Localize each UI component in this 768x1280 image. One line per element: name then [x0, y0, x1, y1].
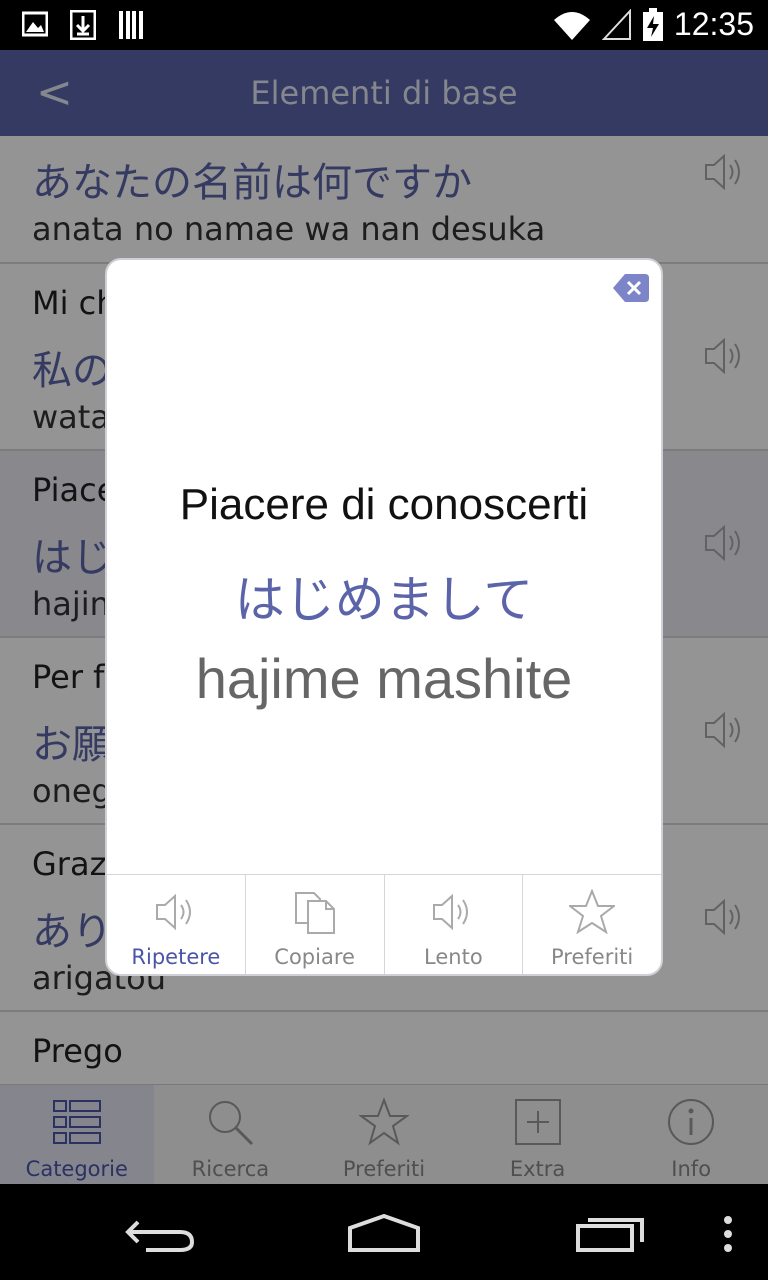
image-icon [22, 11, 48, 37]
status-bar: 12:35 [0, 0, 768, 50]
system-navigation-bar [0, 1184, 768, 1280]
action-label: Lento [424, 945, 483, 969]
phrase-dialog: Piacere di conoscerti はじめまして hajime mash… [105, 258, 663, 976]
status-time: 12:35 [673, 6, 754, 42]
star-icon [569, 889, 616, 935]
close-icon[interactable] [611, 268, 651, 308]
speaker-slow-icon [433, 893, 469, 931]
action-label: Ripetere [131, 945, 221, 969]
copy-button[interactable]: Copiare [246, 875, 385, 974]
battery-charging-icon [642, 7, 663, 41]
action-label: Preferiti [551, 945, 634, 969]
wifi-icon [553, 11, 590, 40]
dialog-japanese-text: はじめまして [234, 571, 534, 629]
barcode-icon [119, 11, 143, 39]
dialog-italian-text: Piacere di conoscerti [179, 480, 589, 529]
back-nav-icon[interactable] [124, 1214, 196, 1254]
copy-icon [294, 892, 335, 934]
speaker-icon [155, 893, 191, 931]
home-nav-icon[interactable] [346, 1214, 422, 1254]
slow-button[interactable]: Lento [385, 875, 524, 974]
dialog-romaji-text: hajime mashite [195, 647, 573, 710]
repeat-button[interactable]: Ripetere [107, 875, 246, 974]
download-icon [70, 10, 96, 40]
favorite-button[interactable]: Preferiti [523, 875, 661, 974]
signal-icon [601, 8, 631, 40]
dialog-actions: Ripetere Copiare Lento Preferiti [107, 874, 661, 974]
recent-apps-icon[interactable] [574, 1214, 646, 1254]
overflow-menu-icon[interactable] [720, 1214, 736, 1254]
action-label: Copiare [274, 945, 355, 969]
